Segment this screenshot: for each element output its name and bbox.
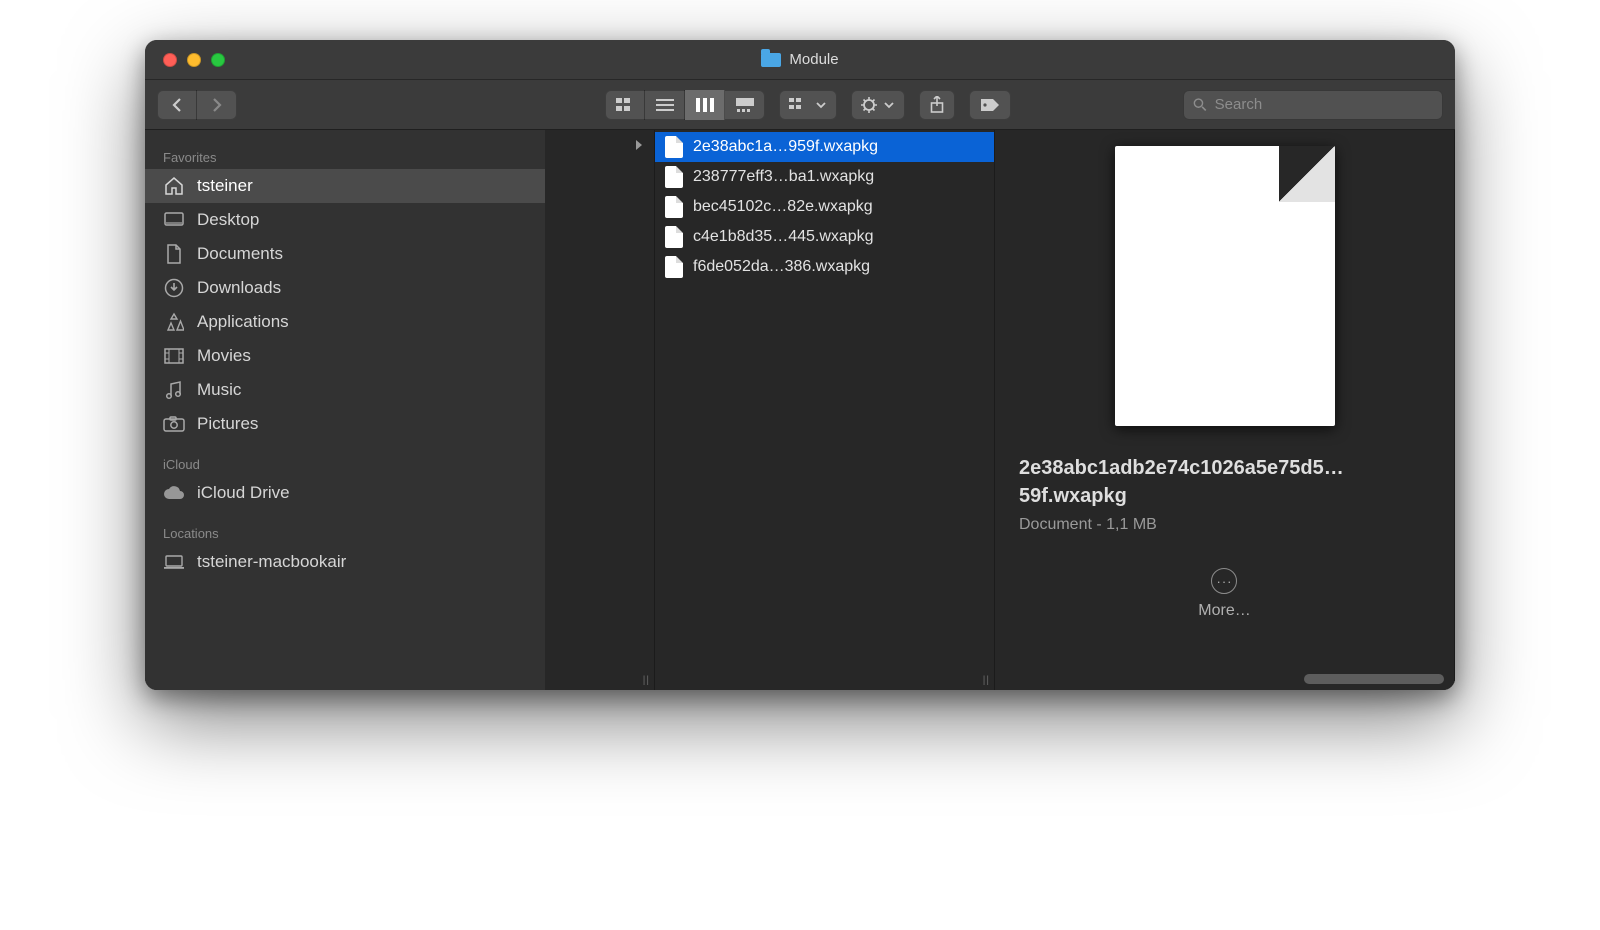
sidebar-item-pictures[interactable]: Pictures [145,407,545,441]
sidebar-item-applications[interactable]: Applications [145,305,545,339]
forward-button[interactable] [197,90,237,120]
share-button[interactable] [919,90,955,120]
sidebar-item-label: Desktop [197,210,259,230]
back-button[interactable] [157,90,197,120]
sidebar-item-label: Documents [197,244,283,264]
preview-more-button[interactable]: ··· More… [1198,568,1250,620]
sidebar-item-label: tsteiner-macbookair [197,552,346,572]
titlebar: Module [145,40,1455,80]
document-icon [665,166,683,188]
sidebar-item-label: Applications [197,312,289,332]
file-row[interactable]: 2e38abc1a…959f.wxapkg [655,132,994,162]
document-icon [665,256,683,278]
movies-icon [163,348,185,364]
preview-kind-size: Document - 1,1 MB [1019,516,1430,534]
sidebar-item-downloads[interactable]: Downloads [145,271,545,305]
sidebar-item-movies[interactable]: Movies [145,339,545,373]
window-title: Module [145,51,1455,68]
action-button[interactable] [851,90,905,120]
file-name: f6de052da…386.wxapkg [693,258,870,276]
music-icon [163,380,185,400]
icon-view-button[interactable] [605,90,645,120]
documents-icon [163,244,185,264]
document-icon [665,196,683,218]
search-field[interactable] [1183,90,1443,120]
sidebar-item-home[interactable]: tsteiner [145,169,545,203]
document-icon [665,226,683,248]
search-input[interactable] [1215,96,1433,113]
file-row[interactable]: c4e1b8d35…445.wxapkg [655,222,994,252]
sidebar-header-icloud: iCloud [145,451,545,476]
sidebar-item-label: iCloud Drive [197,483,290,503]
content-area: Favorites tsteiner Desktop Documents Dow… [145,130,1455,690]
file-name: c4e1b8d35…445.wxapkg [693,228,874,246]
home-icon [163,177,185,195]
sidebar-item-icloud-drive[interactable]: iCloud Drive [145,476,545,510]
folder-icon [761,53,781,67]
sidebar-item-label: Pictures [197,414,258,434]
file-name: bec45102c…82e.wxapkg [693,198,873,216]
edit-tags-button[interactable] [969,90,1011,120]
preview-more-label: More… [1198,602,1250,620]
sidebar-item-computer[interactable]: tsteiner-macbookair [145,545,545,579]
cloud-icon [163,485,185,501]
column-resize-handle[interactable]: || [983,675,990,686]
sidebar-item-label: Movies [197,346,251,366]
toolbar [145,80,1455,130]
finder-window: Module [145,40,1455,690]
zoom-window-button[interactable] [211,53,225,67]
sidebar-item-label: Music [197,380,241,400]
desktop-icon [163,212,185,228]
preview-thumbnail[interactable] [1115,146,1335,426]
column-file-list[interactable]: 2e38abc1a…959f.wxapkg 238777eff3…ba1.wxa… [655,130,995,690]
column-view-button[interactable] [685,90,725,120]
file-row[interactable]: f6de052da…386.wxapkg [655,252,994,282]
file-name: 2e38abc1a…959f.wxapkg [693,138,878,156]
traffic-lights [145,53,225,67]
sidebar-item-documents[interactable]: Documents [145,237,545,271]
sidebar-header-locations: Locations [145,520,545,545]
pictures-icon [163,416,185,432]
sidebar-item-desktop[interactable]: Desktop [145,203,545,237]
minimize-window-button[interactable] [187,53,201,67]
more-icon: ··· [1211,568,1237,594]
file-row[interactable]: bec45102c…82e.wxapkg [655,192,994,222]
sidebar-item-music[interactable]: Music [145,373,545,407]
document-icon [665,136,683,158]
file-row[interactable]: 238777eff3…ba1.wxapkg [655,162,994,192]
close-window-button[interactable] [163,53,177,67]
gallery-view-button[interactable] [725,90,765,120]
sidebar-header-favorites: Favorites [145,144,545,169]
chevron-right-icon [634,138,644,156]
file-name: 238777eff3…ba1.wxapkg [693,168,874,186]
column-resize-handle[interactable]: || [643,675,650,686]
downloads-icon [163,278,185,298]
horizontal-scrollbar[interactable] [1304,674,1444,684]
sidebar[interactable]: Favorites tsteiner Desktop Documents Dow… [145,130,545,690]
column-parent[interactable]: || [545,130,655,690]
group-by-button[interactable] [779,90,837,120]
list-view-button[interactable] [645,90,685,120]
preview-filename: 2e38abc1adb2e74c1026a5e75d5…59f.wxapkg [1019,454,1430,510]
column-preview: 2e38abc1adb2e74c1026a5e75d5…59f.wxapkg D… [995,130,1455,690]
view-mode-control [605,90,765,120]
laptop-icon [163,555,185,569]
nav-buttons [157,90,237,120]
sidebar-item-label: Downloads [197,278,281,298]
sidebar-item-label: tsteiner [197,176,253,196]
window-title-label: Module [789,51,838,68]
applications-icon [163,312,185,332]
search-icon [1193,97,1207,112]
